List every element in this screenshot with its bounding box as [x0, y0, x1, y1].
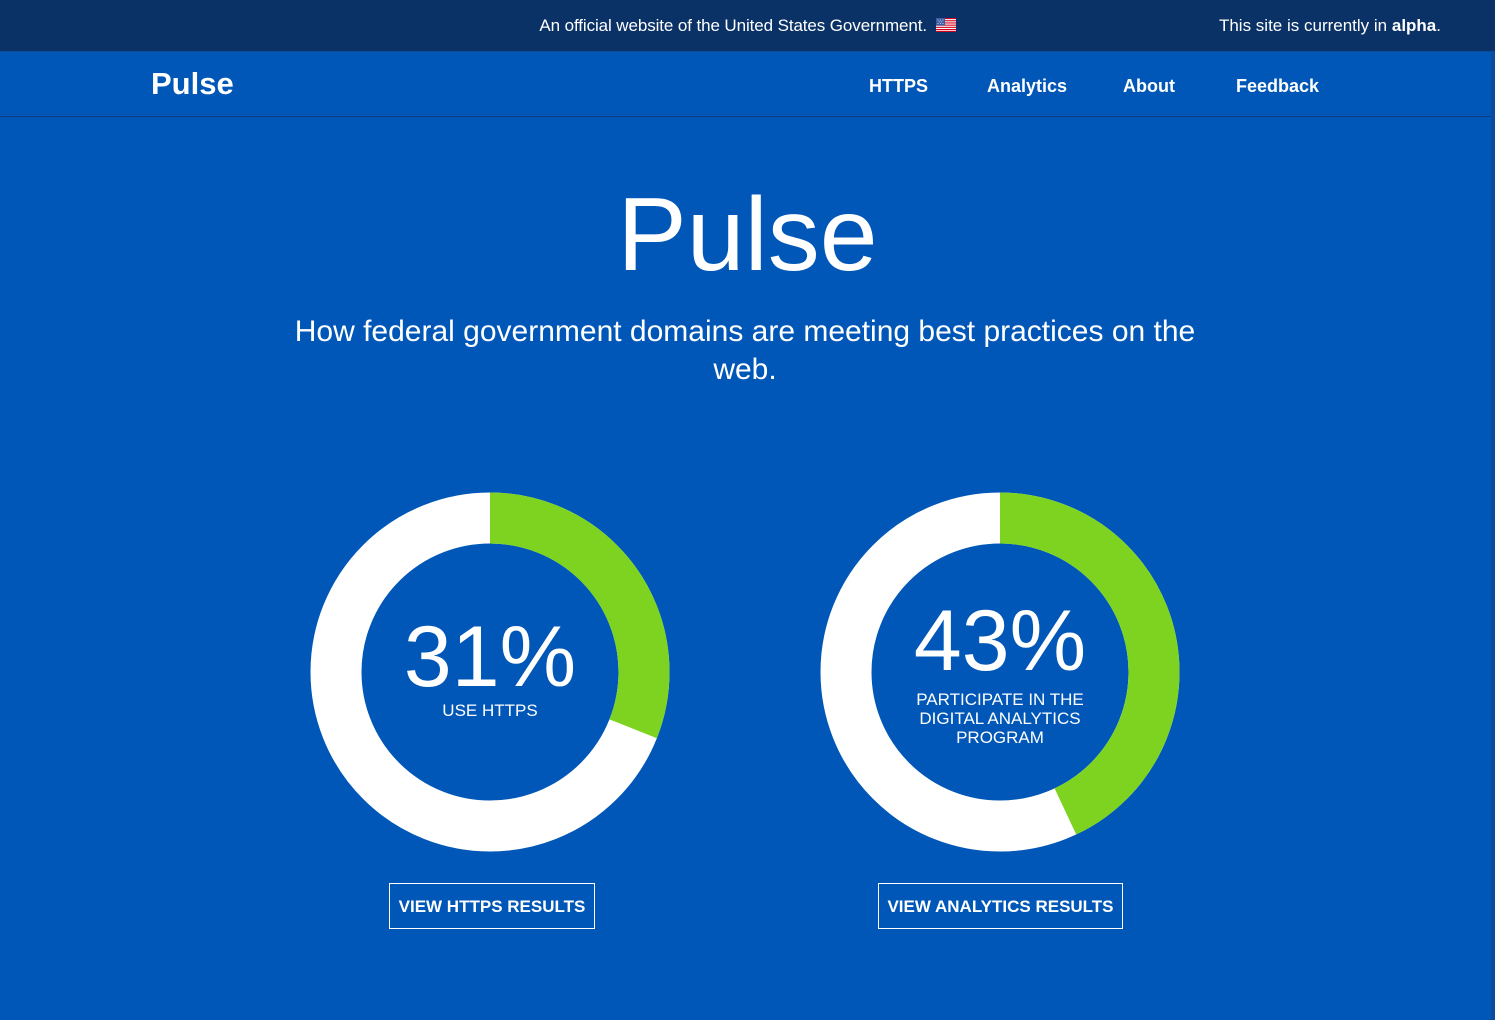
analytics-label: PARTICIPATE IN THE DIGITAL ANALYTICS PRO…	[916, 690, 1084, 747]
alpha-prefix: This site is currently in	[1218, 16, 1392, 35]
page-title: Pulse	[617, 177, 878, 293]
analytics-percent: 43%	[913, 593, 1087, 689]
us-flag-icon	[935, 18, 956, 32]
view-https-results-button[interactable]: VIEW HTTPS RESULTS	[389, 883, 595, 929]
alpha-word: alpha	[1391, 16, 1437, 35]
gov-banner: An official website of the United States…	[0, 0, 1495, 51]
official-notice-text: An official website of the United States…	[539, 16, 927, 35]
nav-link-feedback[interactable]: Feedback	[1236, 75, 1319, 97]
analytics-stat-donut: 43% PARTICIPATE IN THE DIGITAL ANALYTICS…	[820, 492, 1180, 852]
nav-link-analytics[interactable]: Analytics	[987, 75, 1067, 97]
nav-link-https[interactable]: HTTPS	[869, 75, 928, 97]
page-subtitle: How federal government domains are meeti…	[294, 315, 1196, 386]
view-analytics-results-button[interactable]: VIEW ANALYTICS RESULTS	[878, 883, 1123, 929]
nav-link-about[interactable]: About	[1123, 75, 1175, 97]
scrollbar[interactable]	[1491, 51, 1495, 1020]
page: An official website of the United States…	[0, 0, 1495, 1020]
alpha-suffix: .	[1436, 16, 1441, 35]
main-nav: Pulse HTTPS Analytics About Feedback	[0, 51, 1495, 117]
alpha-notice: This site is currently in alpha.	[1219, 16, 1441, 36]
https-stat-donut: 31% USE HTTPS	[310, 492, 670, 852]
nav-links: HTTPS Analytics About Feedback	[0, 75, 1495, 97]
https-percent: 31%	[403, 609, 577, 705]
https-label: USE HTTPS	[442, 701, 538, 720]
